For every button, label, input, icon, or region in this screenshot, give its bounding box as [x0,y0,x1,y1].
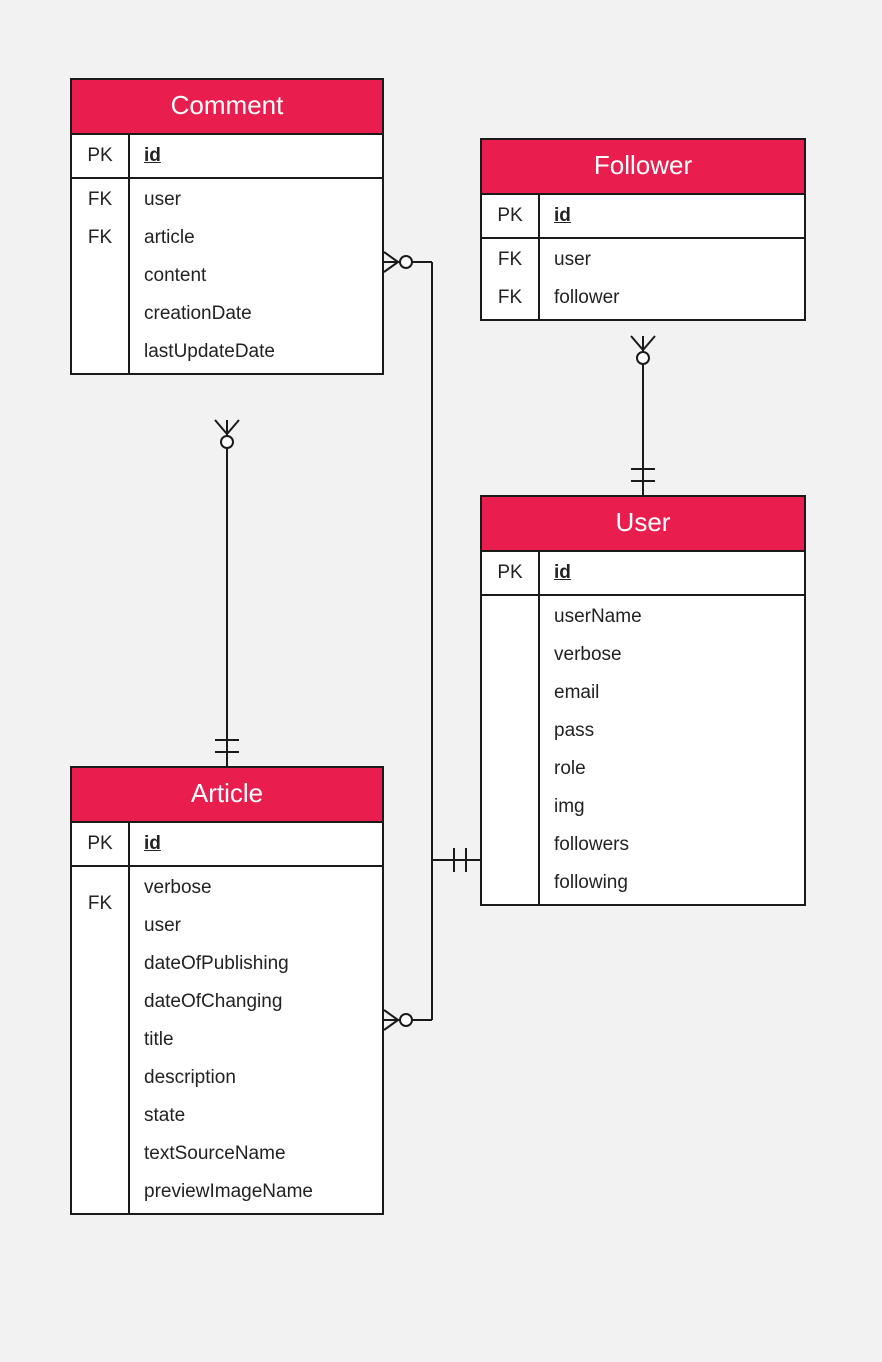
entity-user-title: User [482,497,804,552]
pk-field: id [144,145,368,167]
attr: lastUpdateDate [144,341,368,363]
entity-article: Article PK id FK verbose user dateOfPubl… [70,766,384,1215]
key-label: FK [72,227,128,249]
pk-field: id [554,562,790,584]
attr: content [144,265,368,287]
key-label: FK [482,249,538,271]
attr: email [554,682,790,704]
er-diagram-canvas: Comment PK id FK FK user article content… [0,0,882,1362]
entity-comment: Comment PK id FK FK user article content… [70,78,384,375]
attr: verbose [144,877,368,899]
attr: title [144,1029,368,1051]
attr: followers [554,834,790,856]
attr: dateOfPublishing [144,953,368,975]
attr: article [144,227,368,249]
pk-label: PK [72,833,128,855]
attr: user [554,249,790,271]
attr: follower [554,287,790,309]
entity-user: User PK id userName verbose email pass r… [480,495,806,906]
attr: dateOfChanging [144,991,368,1013]
key-label: FK [72,893,128,915]
pk-field: id [554,205,790,227]
key-label: FK [72,189,128,211]
attr: state [144,1105,368,1127]
entity-follower: Follower PK id FK FK user follower [480,138,806,321]
attr: creationDate [144,303,368,325]
pk-label: PK [482,205,538,227]
attr: userName [554,606,790,628]
pk-label: PK [72,145,128,167]
pk-label: PK [482,562,538,584]
attr: following [554,872,790,894]
attr: textSourceName [144,1143,368,1165]
attr: pass [554,720,790,742]
entity-follower-title: Follower [482,140,804,195]
attr: description [144,1067,368,1089]
attr: user [144,915,368,937]
attr: verbose [554,644,790,666]
attr: user [144,189,368,211]
entity-comment-title: Comment [72,80,382,135]
attr: previewImageName [144,1181,368,1203]
attr: role [554,758,790,780]
key-label: FK [482,287,538,309]
pk-field: id [144,833,368,855]
attr: img [554,796,790,818]
entity-article-title: Article [72,768,382,823]
